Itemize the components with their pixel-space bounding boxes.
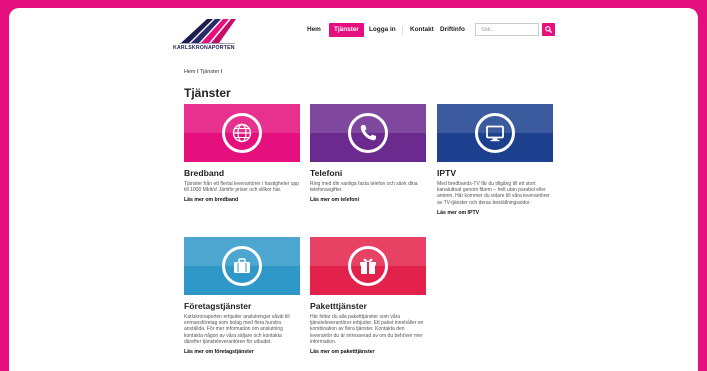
- globe-icon: [232, 123, 252, 143]
- card-title: IPTV: [437, 168, 457, 178]
- service-tile-bredband[interactable]: [184, 104, 300, 162]
- gift-icon: [360, 258, 376, 274]
- nav-divider: [402, 26, 403, 35]
- logo-stripes-icon: [179, 19, 236, 44]
- card-description: Ring med din vanliga fasta telefon och s…: [310, 181, 418, 194]
- nav-item-logga-in[interactable]: Logga in: [369, 23, 396, 37]
- tv-icon: [486, 125, 504, 142]
- card-description: Här hittar du alla paketttjänster som vå…: [310, 314, 424, 345]
- phone-icon: [360, 125, 376, 141]
- briefcase-icon: [234, 258, 250, 273]
- read-more-bredband-link[interactable]: Läs mer om bredband: [184, 197, 300, 203]
- logo[interactable]: KARLSKRONAPORTEN: [173, 16, 253, 58]
- read-more-foretagstjanster-link[interactable]: Läs mer om företagstjänster: [184, 349, 300, 355]
- service-tile-telefoni[interactable]: [310, 104, 426, 162]
- search-icon: [545, 26, 552, 33]
- card-description: Karlskronaporten erbjuder anslutningar s…: [184, 314, 290, 345]
- card-description: Tjänster från ett flertal leverantörer i…: [184, 181, 300, 194]
- search-button[interactable]: [542, 23, 555, 36]
- service-tile-foretagstjanster[interactable]: [184, 237, 300, 295]
- logo-text: KARLSKRONAPORTEN: [173, 45, 235, 51]
- page-title: Tjänster: [184, 86, 231, 100]
- breadcrumb-separator: /: [196, 69, 199, 75]
- nav-item-tjanster[interactable]: Tjänster: [329, 23, 364, 37]
- breadcrumb-home[interactable]: Hem: [184, 69, 195, 75]
- service-card-paketttjanster: Paketttjänster Här hittar du alla pakett…: [310, 237, 426, 355]
- read-more-telefoni-link[interactable]: Läs mer om telefoni: [310, 197, 426, 203]
- page: KARLSKRONAPORTEN Hem Tjänster Logga in K…: [9, 8, 698, 371]
- breadcrumb-current: Tjänster: [199, 69, 220, 75]
- card-description: Med bredbands-TV får du tillgång till et…: [437, 181, 550, 206]
- card-title: Bredband: [184, 168, 225, 178]
- service-card-bredband: Bredband Tjänster från ett flertal lever…: [184, 104, 300, 203]
- read-more-iptv-link[interactable]: Läs mer om IPTV: [437, 210, 553, 216]
- service-tile-paketttjanster[interactable]: [310, 237, 426, 295]
- search-input[interactable]: Sök..: [475, 23, 539, 36]
- service-card-telefoni: Telefoni Ring med din vanliga fasta tele…: [310, 104, 426, 203]
- nav-item-kontakt[interactable]: Kontakt: [410, 23, 434, 37]
- nav-item-hem[interactable]: Hem: [307, 23, 321, 37]
- breadcrumb: Hem / Tjänster /: [184, 69, 222, 75]
- read-more-paketttjanster-link[interactable]: Läs mer om paketttjänster: [310, 349, 426, 355]
- breadcrumb-end: /: [220, 69, 223, 75]
- service-tile-iptv[interactable]: [437, 104, 553, 162]
- card-title: Telefoni: [310, 168, 343, 178]
- service-card-iptv: IPTV Med bredbands-TV får du tillgång ti…: [437, 104, 553, 216]
- card-title: Företagstjänster: [184, 301, 252, 311]
- service-card-foretagstjanster: Företagstjänster Karlskronaporten erbjud…: [184, 237, 300, 355]
- nav-item-driftinfo[interactable]: Driftinfo: [440, 23, 465, 37]
- card-title: Paketttjänster: [310, 301, 367, 311]
